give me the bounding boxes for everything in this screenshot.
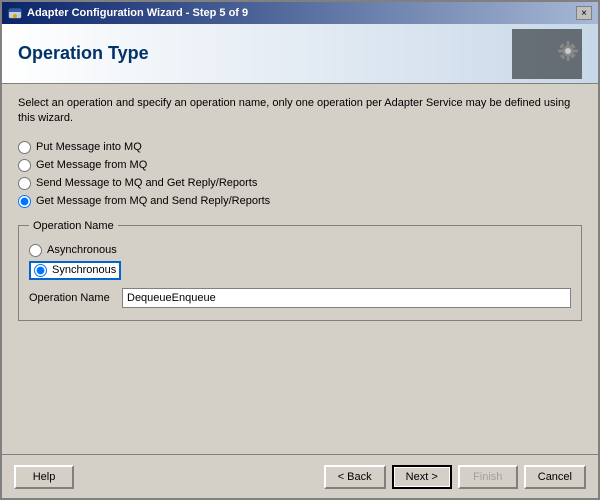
radio-option-put: Put Message into MQ (18, 141, 582, 154)
header-icon-area (512, 29, 582, 79)
footer-left: Help (14, 465, 74, 489)
radio-put-label: Put Message into MQ (36, 141, 142, 153)
back-button[interactable]: < Back (324, 465, 386, 489)
radio-send-label: Send Message to MQ and Get Reply/Reports (36, 177, 257, 189)
title-bar: Adapter Configuration Wizard - Step 5 of… (2, 2, 598, 24)
radio-put-message[interactable] (18, 141, 31, 154)
sync-option: Synchronous (29, 261, 571, 280)
op-name-label: Operation Name (29, 292, 114, 304)
content-area: Select an operation and specify an opera… (2, 84, 598, 454)
main-window: Adapter Configuration Wizard - Step 5 of… (0, 0, 600, 500)
header-decoration (512, 29, 582, 79)
radio-get-label: Get Message from MQ (36, 159, 147, 171)
footer: Help < Back Next > Finish Cancel (2, 454, 598, 498)
sync-type-group: Asynchronous Synchronous (29, 244, 571, 280)
async-label: Asynchronous (47, 244, 117, 256)
next-button[interactable]: Next > (392, 465, 452, 489)
async-option: Asynchronous (29, 244, 571, 257)
header-banner: Operation Type (2, 24, 598, 84)
header-title: Operation Type (18, 43, 149, 64)
sync-label: Synchronous (52, 264, 116, 276)
radio-get-send-message[interactable] (18, 195, 31, 208)
op-name-row: Operation Name (29, 288, 571, 308)
operation-name-fieldset: Operation Name Asynchronous Synchronous … (18, 220, 582, 321)
fieldset-legend: Operation Name (29, 220, 118, 232)
footer-right: < Back Next > Finish Cancel (324, 465, 586, 489)
finish-button: Finish (458, 465, 518, 489)
title-bar-text: Adapter Configuration Wizard - Step 5 of… (8, 6, 248, 20)
description-text: Select an operation and specify an opera… (18, 96, 582, 127)
help-button[interactable]: Help (14, 465, 74, 489)
close-button[interactable]: × (576, 6, 592, 20)
radio-option-get-send: Get Message from MQ and Send Reply/Repor… (18, 195, 582, 208)
cancel-button[interactable]: Cancel (524, 465, 586, 489)
radio-async[interactable] (29, 244, 42, 257)
radio-get-message[interactable] (18, 159, 31, 172)
window-icon (8, 6, 22, 20)
radio-get-send-label: Get Message from MQ and Send Reply/Repor… (36, 195, 270, 207)
radio-option-get: Get Message from MQ (18, 159, 582, 172)
radio-option-send: Send Message to MQ and Get Reply/Reports (18, 177, 582, 190)
op-name-input[interactable] (122, 288, 571, 308)
radio-send-message[interactable] (18, 177, 31, 190)
sync-highlight: Synchronous (29, 261, 121, 280)
radio-sync[interactable] (34, 264, 47, 277)
operation-type-group: Put Message into MQ Get Message from MQ … (18, 141, 582, 208)
